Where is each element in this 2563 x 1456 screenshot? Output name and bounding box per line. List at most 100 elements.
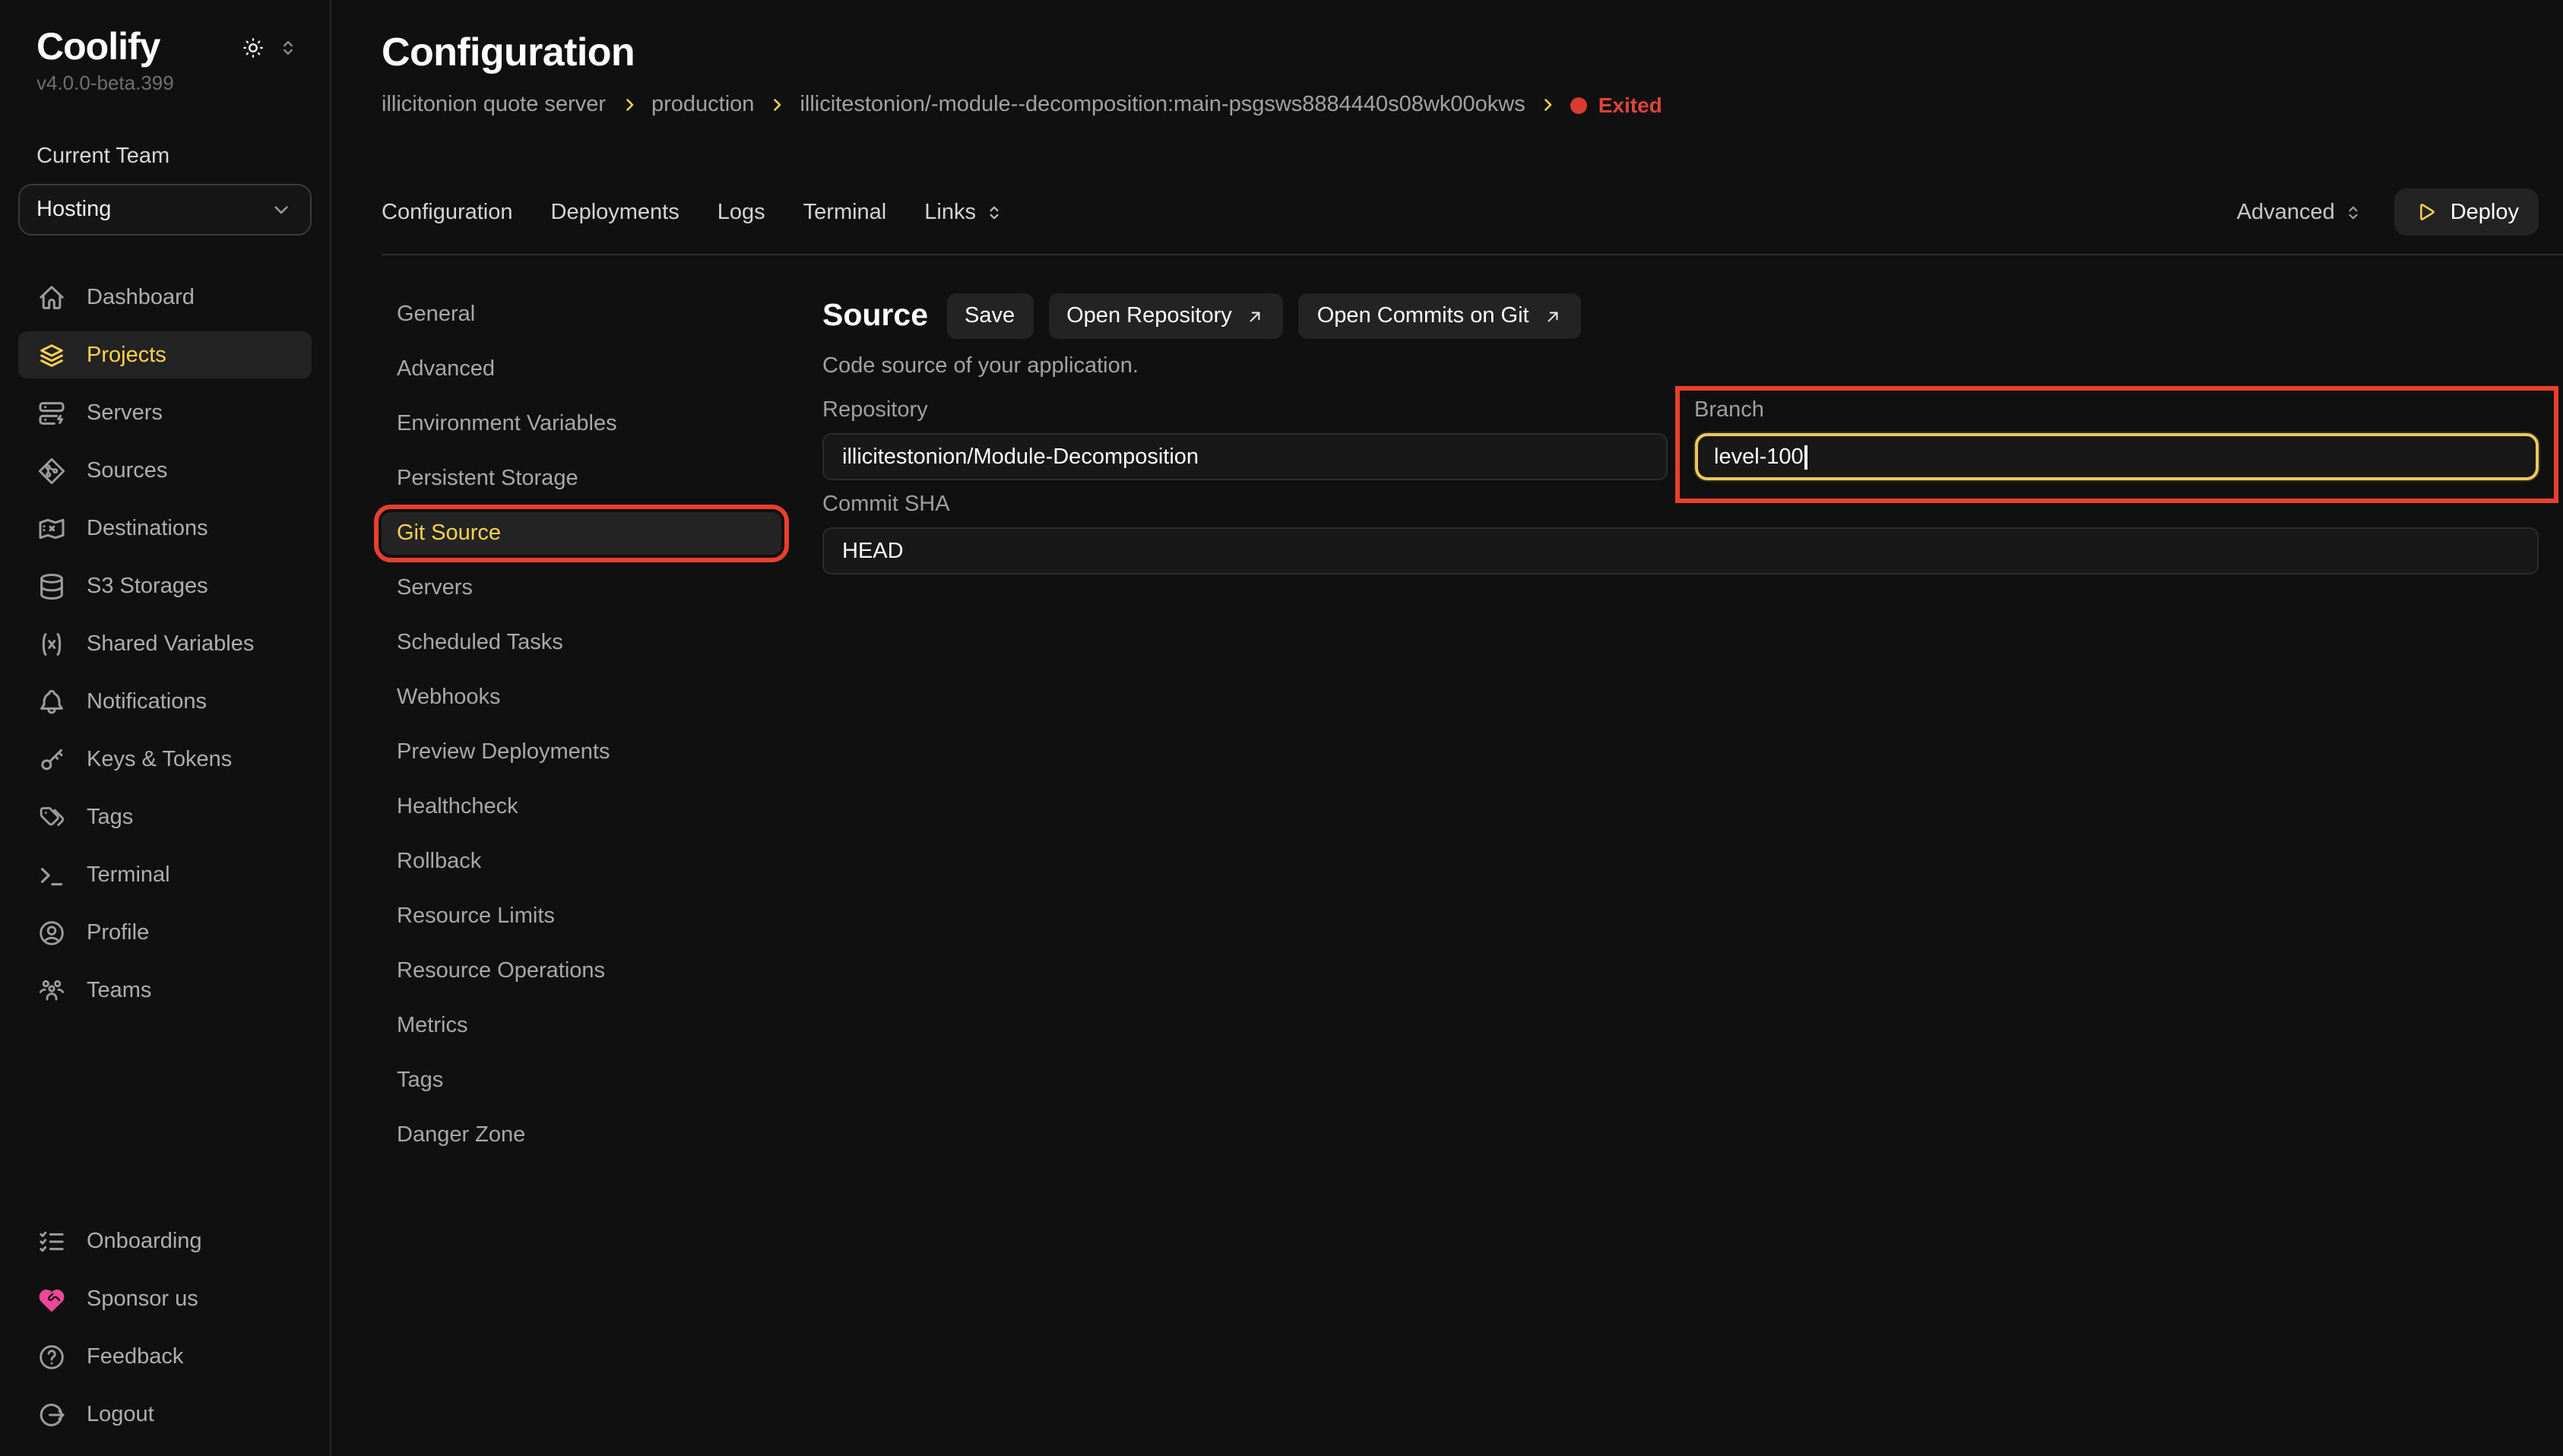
commit-sha-field-group: Commit SHA HEAD	[822, 492, 2539, 574]
chevron-right-icon	[1539, 96, 1557, 114]
subnav-item-scheduled-tasks[interactable]: Scheduled Tasks	[382, 622, 781, 664]
subnav-item-rollback[interactable]: Rollback	[382, 840, 781, 883]
sidebar-item-s3-storages[interactable]: S3 Storages	[18, 562, 312, 609]
tabs-row: Configuration Deployments Logs Terminal …	[382, 188, 2539, 236]
tabs: Configuration Deployments Logs Terminal …	[382, 200, 1005, 224]
subnav-item-environment-variables[interactable]: Environment Variables	[382, 403, 781, 445]
branch-field-column: Branch level-100	[1694, 398, 2539, 480]
section-title: Source	[822, 298, 928, 334]
sidebar-item-tags[interactable]: Tags	[18, 793, 312, 840]
subnav-item-resource-operations[interactable]: Resource Operations	[382, 950, 781, 992]
advanced-dropdown[interactable]: Advanced	[2237, 200, 2364, 224]
sidebar-item-label: Dashboard	[87, 285, 195, 309]
status-badge: Exited	[1571, 93, 1662, 117]
subnav-item-resource-limits[interactable]: Resource Limits	[382, 895, 781, 938]
branch-annotation-box: Branch level-100	[1674, 386, 2558, 503]
current-team-label: Current Team	[18, 144, 312, 169]
breadcrumb-application[interactable]: illicitestonion/-module--decomposition:m…	[800, 93, 1525, 117]
sidebar-item-terminal[interactable]: Terminal	[18, 851, 312, 898]
open-repository-button[interactable]: Open Repository	[1048, 293, 1284, 339]
git-source-icon	[36, 455, 67, 486]
subnav-item-git-source[interactable]: Git Source	[382, 512, 781, 555]
subnav-item-servers[interactable]: Servers	[382, 567, 781, 609]
open-commits-button[interactable]: Open Commits on Git	[1299, 293, 1581, 339]
logout-icon	[36, 1399, 67, 1429]
sidebar-item-label: Profile	[87, 920, 149, 945]
arrow-up-right-icon	[1543, 306, 1563, 326]
commit-sha-input[interactable]: HEAD	[822, 527, 2539, 574]
status-dot	[1571, 97, 1588, 113]
subnav-item-advanced[interactable]: Advanced	[382, 348, 781, 391]
layers-icon	[36, 340, 67, 370]
sidebar-nav: Dashboard Projects Servers Sources Desti…	[18, 274, 312, 1014]
sidebar-item-label: Sponsor us	[87, 1287, 198, 1311]
terminal-icon	[36, 859, 67, 890]
deploy-button[interactable]: Deploy	[2394, 188, 2539, 236]
sidebar-item-destinations[interactable]: Destinations	[18, 505, 312, 552]
variables-icon	[36, 628, 67, 659]
tab-configuration[interactable]: Configuration	[382, 200, 513, 224]
tab-links[interactable]: Links	[924, 200, 1005, 224]
play-icon	[2414, 201, 2437, 223]
users-icon	[36, 975, 67, 1005]
checklist-icon	[36, 1226, 67, 1256]
page-title: Configuration	[382, 29, 2539, 74]
repository-input[interactable]: illicitestonion/Module-Decomposition	[822, 433, 1667, 480]
sidebar-item-sources[interactable]: Sources	[18, 447, 312, 494]
home-icon	[36, 282, 67, 312]
sidebar-item-profile[interactable]: Profile	[18, 909, 312, 956]
section-description: Code source of your application.	[822, 354, 2539, 378]
sidebar-item-label: Terminal	[87, 863, 170, 887]
sidebar-item-label: Feedback	[87, 1344, 183, 1369]
breadcrumb-environment[interactable]: production	[651, 93, 754, 117]
sidebar-item-sponsor-us[interactable]: Sponsor us	[18, 1275, 312, 1322]
tab-terminal[interactable]: Terminal	[803, 200, 887, 224]
sidebar-item-keys-tokens[interactable]: Keys & Tokens	[18, 736, 312, 783]
repository-label: Repository	[822, 398, 1667, 423]
status-text: Exited	[1598, 93, 1662, 117]
subnav-item-healthcheck[interactable]: Healthcheck	[382, 786, 781, 828]
sidebar-item-feedback[interactable]: Feedback	[18, 1333, 312, 1380]
sun-icon[interactable]	[240, 35, 266, 61]
sidebar-item-notifications[interactable]: Notifications	[18, 678, 312, 725]
sidebar-item-label: Teams	[87, 978, 151, 1002]
sidebar-item-onboarding[interactable]: Onboarding	[18, 1217, 312, 1265]
subnav-item-tags[interactable]: Tags	[382, 1059, 781, 1102]
selector-icon	[2343, 201, 2364, 223]
map-icon	[36, 513, 67, 543]
subnav-item-danger-zone[interactable]: Danger Zone	[382, 1114, 781, 1157]
sidebar-item-label: Destinations	[87, 516, 208, 540]
tags-icon	[36, 802, 67, 832]
git-source-section: Source Save Open Repository Open Commits…	[822, 293, 2539, 574]
sidebar-item-label: Servers	[87, 400, 163, 425]
subnav-item-general[interactable]: General	[382, 293, 781, 336]
tab-logs[interactable]: Logs	[718, 200, 765, 224]
save-button[interactable]: Save	[946, 293, 1033, 339]
subnav-item-preview-deployments[interactable]: Preview Deployments	[382, 731, 781, 774]
subnav-item-webhooks[interactable]: Webhooks	[382, 676, 781, 719]
chevron-right-icon	[619, 96, 638, 114]
tab-deployments[interactable]: Deployments	[551, 200, 680, 224]
sidebar-item-label: Logout	[87, 1402, 154, 1426]
sidebar-item-label: Notifications	[87, 689, 207, 714]
sidebar-item-dashboard[interactable]: Dashboard	[18, 274, 312, 321]
branch-input[interactable]: level-100	[1694, 433, 2539, 480]
sidebar-item-teams[interactable]: Teams	[18, 967, 312, 1014]
key-icon	[36, 744, 67, 774]
help-circle-icon	[36, 1341, 67, 1372]
arrow-up-right-icon	[1246, 306, 1266, 326]
tabs-divider	[382, 254, 2563, 255]
sidebar-item-servers[interactable]: Servers	[18, 389, 312, 436]
team-select[interactable]: Hosting	[18, 184, 312, 236]
subnav-item-metrics[interactable]: Metrics	[382, 1005, 781, 1047]
team-select-value: Hosting	[36, 198, 111, 222]
theme-selector-icon[interactable]	[277, 36, 299, 59]
subnav-item-persistent-storage[interactable]: Persistent Storage	[382, 457, 781, 500]
sidebar-item-label: S3 Storages	[87, 574, 208, 598]
sidebar-item-shared-variables[interactable]: Shared Variables	[18, 620, 312, 667]
breadcrumb-project[interactable]: illicitonion quote server	[382, 93, 606, 117]
branch-label: Branch	[1694, 398, 2539, 423]
coolify-app: Coolify v4.0.0-beta.399 Current Team Hos…	[0, 0, 2563, 1456]
sidebar-item-logout[interactable]: Logout	[18, 1391, 312, 1438]
sidebar-item-projects[interactable]: Projects	[18, 331, 312, 378]
